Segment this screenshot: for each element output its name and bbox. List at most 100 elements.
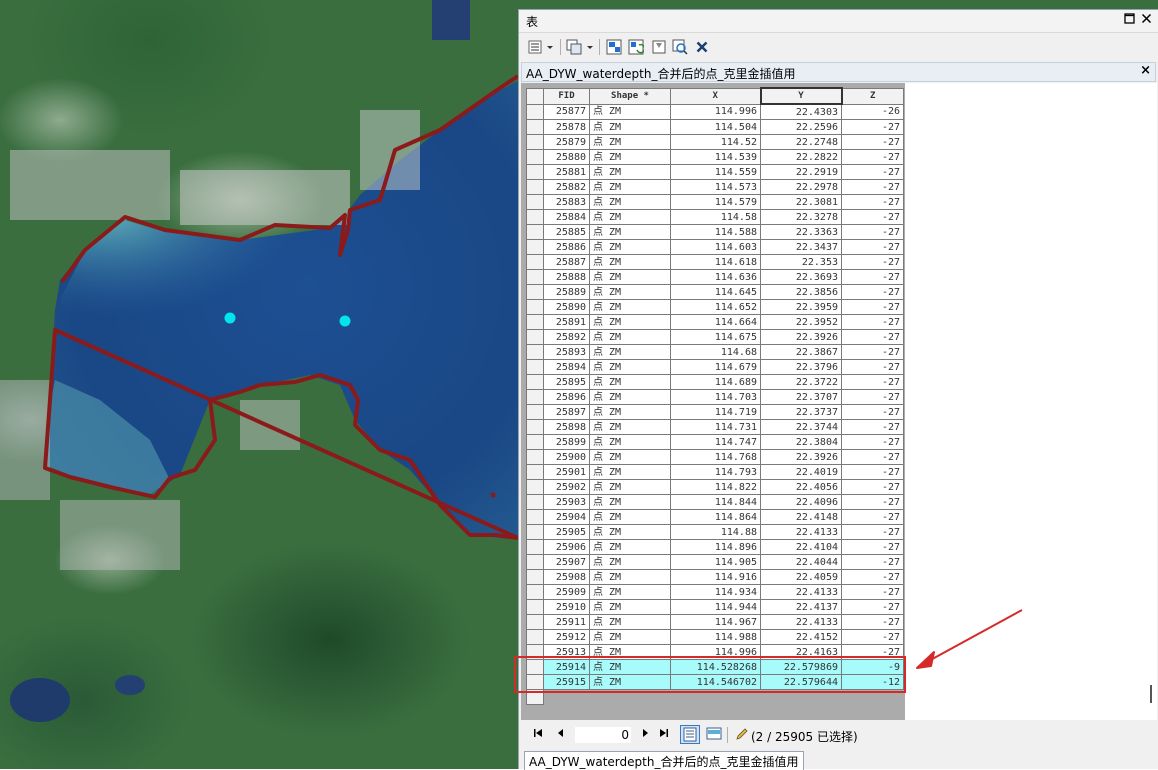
table-row[interactable]: 25908 点 ZM 114.916 22.4059 -27 [526, 569, 904, 585]
cell-x[interactable]: 114.88 [670, 524, 761, 540]
table-row[interactable]: 25889 点 ZM 114.645 22.3856 -27 [526, 284, 904, 300]
cell-y[interactable]: 22.3926 [760, 449, 842, 465]
related-tables-button[interactable] [566, 38, 596, 56]
cell-fid[interactable]: 25906 [543, 539, 590, 555]
cell-y[interactable]: 22.3926 [760, 329, 842, 345]
cell-y[interactable]: 22.3722 [760, 374, 842, 390]
cell-z[interactable]: -27 [841, 494, 904, 510]
cell-z[interactable]: -27 [841, 194, 904, 210]
cell-z[interactable]: -27 [841, 329, 904, 345]
row-selector[interactable] [526, 134, 544, 150]
cell-shape[interactable]: 点 ZM [589, 149, 671, 165]
cell-shape[interactable]: 点 ZM [589, 569, 671, 585]
cell-x[interactable]: 114.934 [670, 584, 761, 600]
record-number-input[interactable] [575, 727, 631, 743]
cell-y[interactable]: 22.3437 [760, 239, 842, 255]
row-selector-header[interactable] [526, 87, 544, 105]
cell-shape[interactable]: 点 ZM [589, 209, 671, 225]
cell-z[interactable]: -27 [841, 374, 904, 390]
cell-x[interactable]: 114.504 [670, 119, 761, 135]
row-selector[interactable] [526, 419, 544, 435]
cell-y[interactable]: 22.4104 [760, 539, 842, 555]
cell-x[interactable]: 114.864 [670, 509, 761, 525]
table-row[interactable]: 25880 点 ZM 114.539 22.2822 -27 [526, 149, 904, 165]
cell-x[interactable]: 114.618 [670, 254, 761, 270]
cell-y[interactable]: 22.3278 [760, 209, 842, 225]
cell-shape[interactable]: 点 ZM [589, 464, 671, 480]
attribute-grid[interactable]: FID Shape * X Y Z 25877 点 ZM 114.996 22.430… [521, 83, 1157, 720]
previous-record-button[interactable] [556, 728, 566, 741]
cell-z[interactable]: -27 [841, 254, 904, 270]
cell-fid[interactable]: 25904 [543, 509, 590, 525]
cell-z[interactable]: -27 [841, 299, 904, 315]
select-by-attributes-button[interactable] [605, 38, 623, 56]
row-selector[interactable] [526, 404, 544, 420]
cell-x[interactable]: 114.703 [670, 389, 761, 405]
row-selector[interactable] [526, 344, 544, 360]
cell-x[interactable]: 114.793 [670, 464, 761, 480]
table-row[interactable]: 25882 点 ZM 114.573 22.2978 -27 [526, 179, 904, 195]
close-table-icon[interactable]: × [1140, 63, 1151, 78]
cell-shape[interactable]: 点 ZM [589, 494, 671, 510]
cell-y[interactable]: 22.3804 [760, 434, 842, 450]
cell-fid[interactable]: 25898 [543, 419, 590, 435]
cell-z[interactable]: -27 [841, 179, 904, 195]
clear-selection-button[interactable] [651, 38, 667, 56]
table-row[interactable]: 25879 点 ZM 114.52 22.2748 -27 [526, 134, 904, 150]
table-row[interactable]: 25912 点 ZM 114.988 22.4152 -27 [526, 629, 904, 645]
cell-shape[interactable]: 点 ZM [589, 194, 671, 210]
window-titlebar[interactable]: 表 [519, 10, 1158, 33]
cell-x[interactable]: 114.916 [670, 569, 761, 585]
cell-fid[interactable]: 25886 [543, 239, 590, 255]
row-selector[interactable] [526, 629, 544, 645]
cell-y[interactable]: 22.3856 [760, 284, 842, 300]
row-selector[interactable] [526, 614, 544, 630]
cell-shape[interactable]: 点 ZM [589, 434, 671, 450]
cell-y[interactable]: 22.4148 [760, 509, 842, 525]
cell-shape[interactable]: 点 ZM [589, 344, 671, 360]
cell-y[interactable]: 22.2978 [760, 179, 842, 195]
cell-fid[interactable]: 25885 [543, 224, 590, 240]
row-selector[interactable] [526, 194, 544, 210]
cell-x[interactable]: 114.719 [670, 404, 761, 420]
cell-y[interactable]: 22.4019 [760, 464, 842, 480]
row-selector[interactable] [526, 103, 544, 120]
cell-shape[interactable]: 点 ZM [589, 284, 671, 300]
cell-shape[interactable]: 点 ZM [589, 449, 671, 465]
cell-fid[interactable]: 25884 [543, 209, 590, 225]
row-selector[interactable] [526, 554, 544, 570]
row-selector[interactable] [526, 539, 544, 555]
column-header-shape[interactable]: Shape * [589, 87, 671, 105]
cell-shape[interactable]: 点 ZM [589, 524, 671, 540]
cell-z[interactable]: -27 [841, 479, 904, 495]
row-selector[interactable] [526, 254, 544, 270]
cell-shape[interactable]: 点 ZM [589, 599, 671, 615]
table-row[interactable]: 25905 点 ZM 114.88 22.4133 -27 [526, 524, 904, 540]
cell-shape[interactable]: 点 ZM [589, 509, 671, 525]
cell-x[interactable]: 114.652 [670, 299, 761, 315]
table-row[interactable]: 25897 点 ZM 114.719 22.3737 -27 [526, 404, 904, 420]
cell-fid[interactable]: 25905 [543, 524, 590, 540]
cell-z[interactable]: -27 [841, 539, 904, 555]
table-row[interactable]: 25887 点 ZM 114.618 22.353 -27 [526, 254, 904, 270]
cell-x[interactable]: 114.52 [670, 134, 761, 150]
cell-z[interactable]: -27 [841, 149, 904, 165]
cell-z[interactable]: -27 [841, 269, 904, 285]
cell-fid[interactable]: 25891 [543, 314, 590, 330]
cell-shape[interactable]: 点 ZM [589, 554, 671, 570]
cell-y[interactable]: 22.4044 [760, 554, 842, 570]
close-icon[interactable] [1139, 13, 1153, 27]
table-row[interactable]: 25881 点 ZM 114.559 22.2919 -27 [526, 164, 904, 180]
cell-z[interactable]: -27 [841, 389, 904, 405]
bottom-table-tab[interactable]: AA_DYW_waterdepth_合并后的点_克里金插值用 [524, 751, 805, 770]
cell-fid[interactable]: 25903 [543, 494, 590, 510]
cell-shape[interactable]: 点 ZM [589, 179, 671, 195]
cell-x[interactable]: 114.944 [670, 599, 761, 615]
row-selector[interactable] [526, 494, 544, 510]
vertical-scrollbar[interactable] [1145, 83, 1157, 720]
cell-fid[interactable]: 25893 [543, 344, 590, 360]
table-row[interactable]: 25891 点 ZM 114.664 22.3952 -27 [526, 314, 904, 330]
cell-shape[interactable]: 点 ZM [589, 629, 671, 645]
cell-fid[interactable]: 25897 [543, 404, 590, 420]
table-row[interactable]: 25898 点 ZM 114.731 22.3744 -27 [526, 419, 904, 435]
